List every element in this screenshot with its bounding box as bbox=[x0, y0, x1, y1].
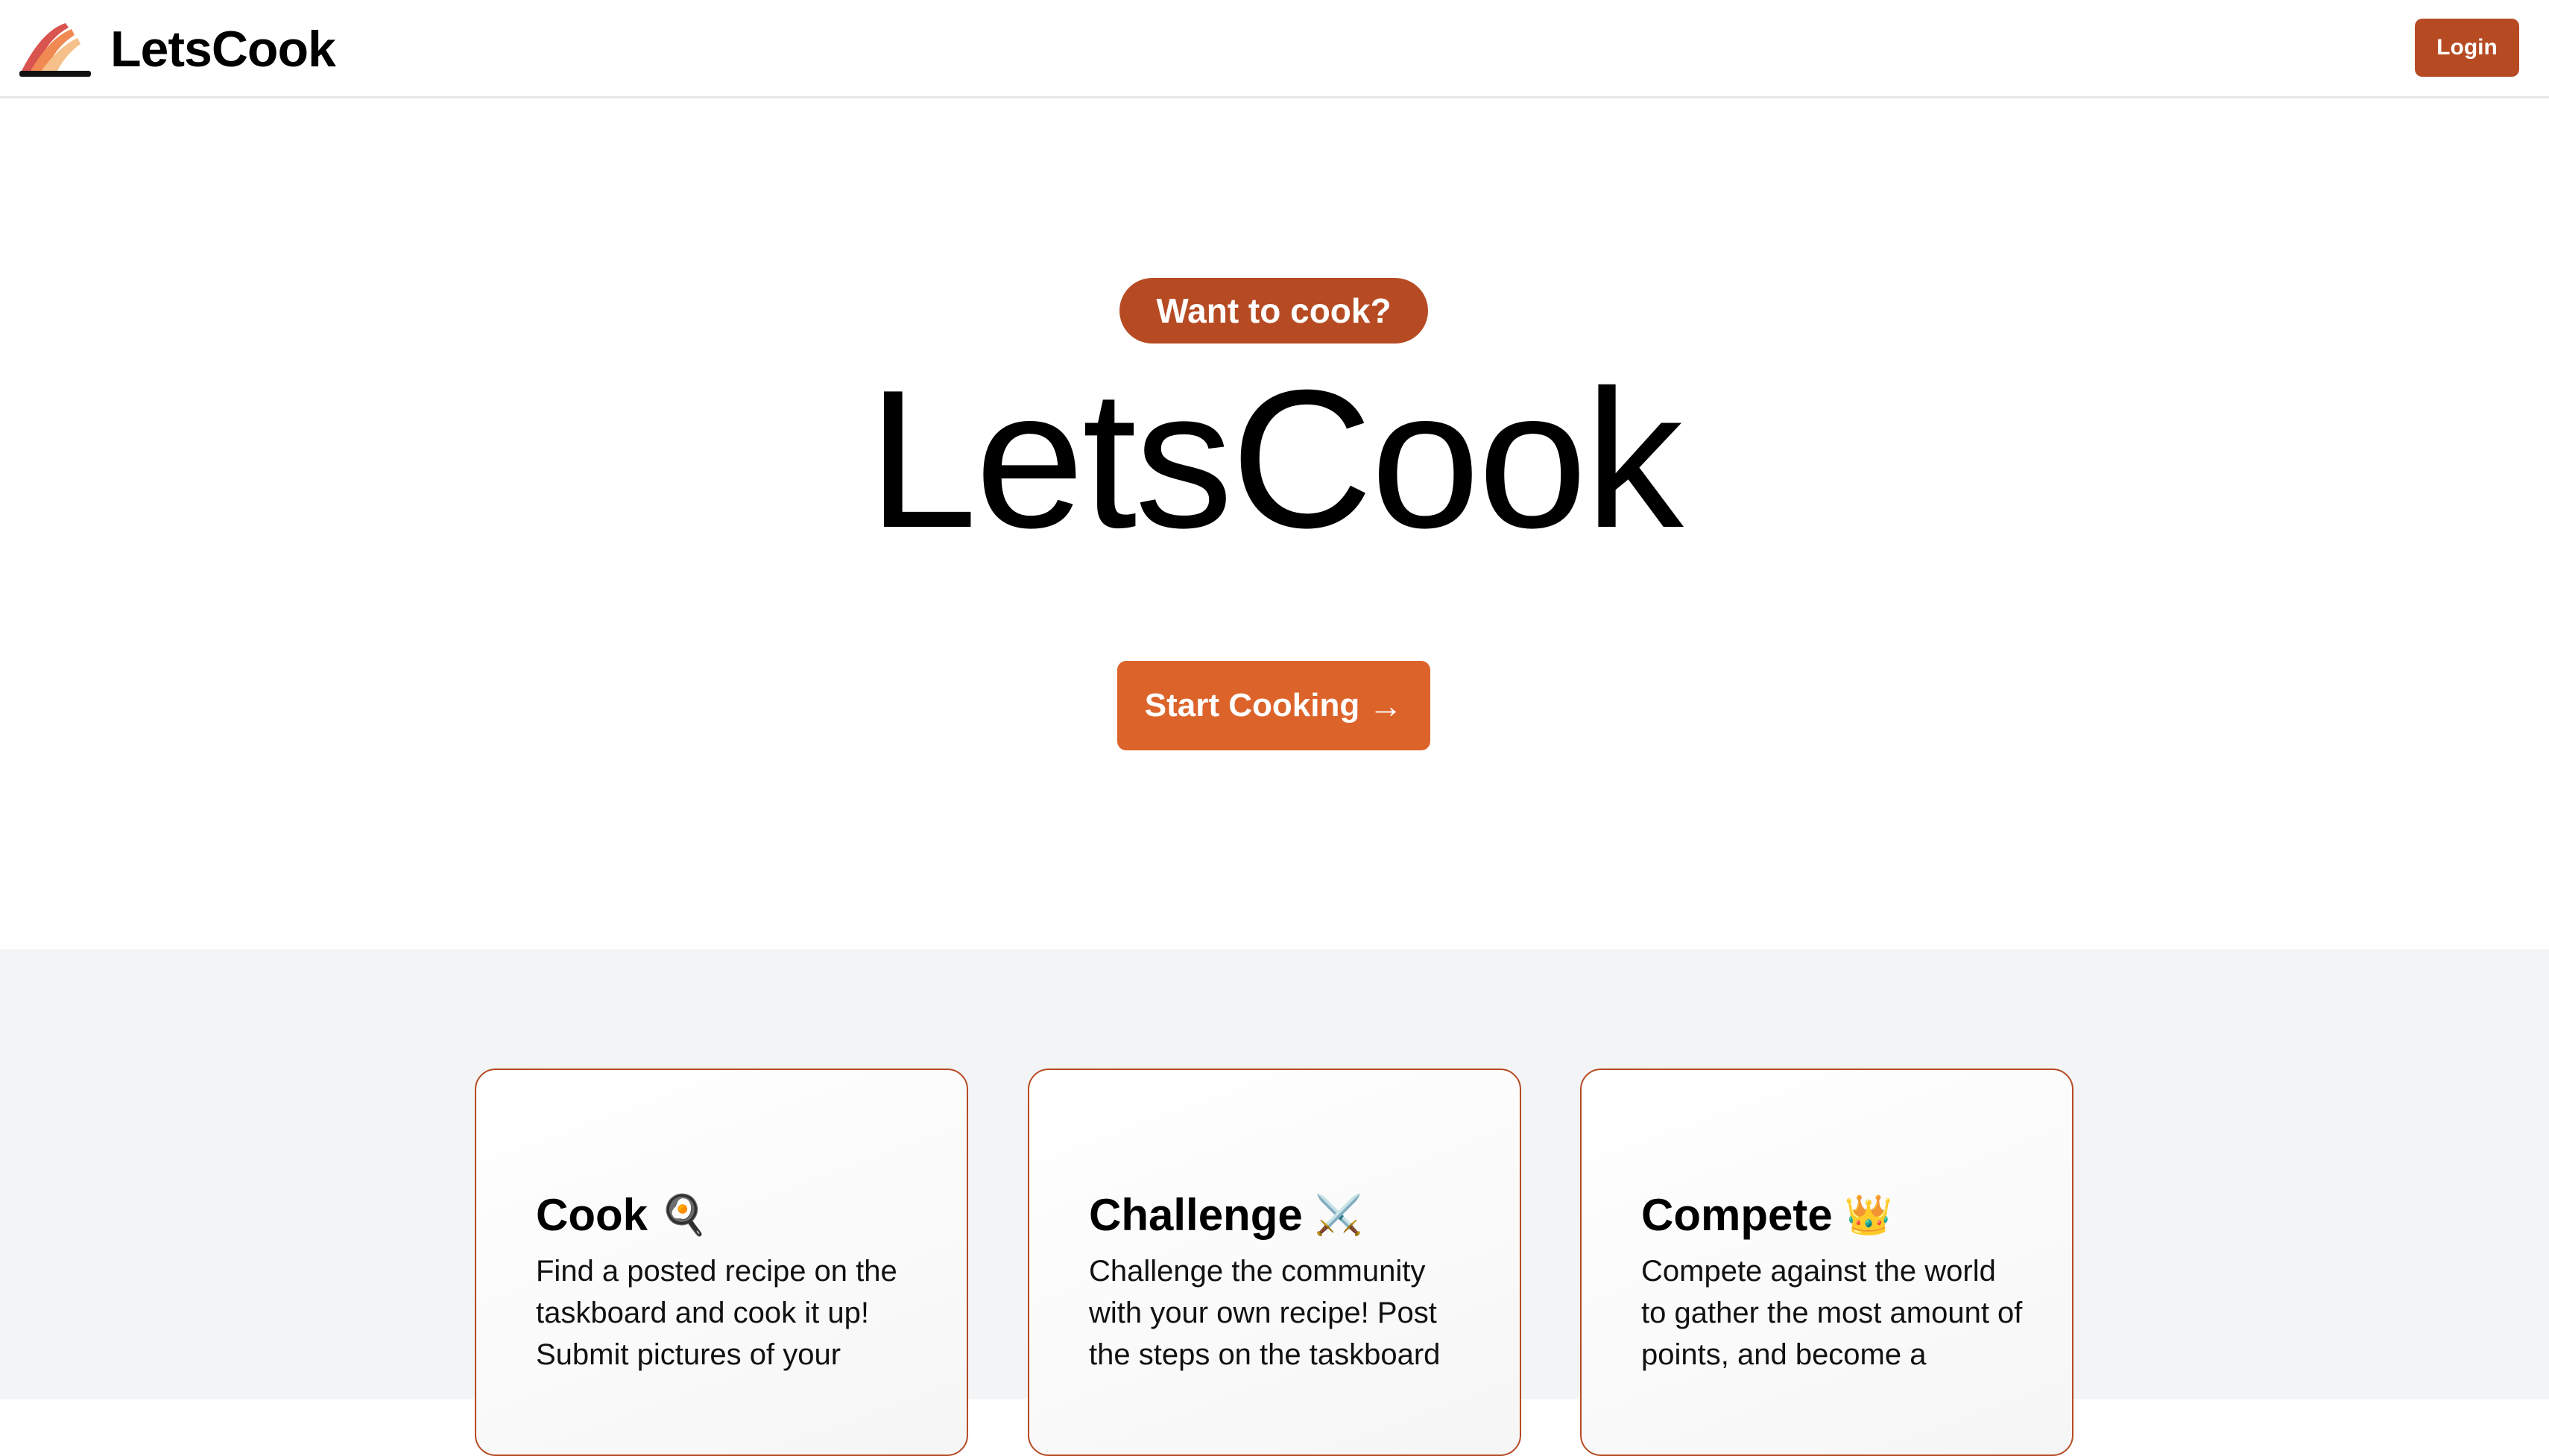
login-button[interactable]: Login bbox=[2415, 19, 2519, 77]
start-cooking-button[interactable]: Start Cooking → bbox=[1117, 661, 1430, 750]
feature-card-description: Challenge the community with your own re… bbox=[1089, 1255, 1441, 1371]
brand[interactable]: LetsCook bbox=[16, 19, 336, 79]
frying-pan-icon: 🍳 bbox=[660, 1194, 708, 1237]
brand-name: LetsCook bbox=[110, 21, 336, 77]
feature-card-cook: Cook 🍳 Find a posted recipe on the taskb… bbox=[475, 1069, 968, 1456]
top-navbar: LetsCook Login bbox=[0, 0, 2549, 98]
feature-card-description: Find a posted recipe on the taskboard an… bbox=[536, 1255, 897, 1371]
feature-card-title: Challenge ⚔️ bbox=[1089, 1193, 1362, 1238]
feature-card-description: Compete against the world to gather the … bbox=[1641, 1255, 2023, 1371]
hero-badge: Want to cook? bbox=[1119, 278, 1428, 344]
crown-icon: 👑 bbox=[1844, 1194, 1893, 1237]
feature-card-title: Compete 👑 bbox=[1641, 1193, 1892, 1238]
feature-card-title: Cook 🍳 bbox=[536, 1193, 708, 1238]
hero-title: LetsCook bbox=[868, 349, 1683, 569]
feature-title-text: Compete bbox=[1641, 1190, 1833, 1240]
crossed-swords-icon: ⚔️ bbox=[1314, 1194, 1363, 1237]
feature-card-challenge: Challenge ⚔️ Challenge the community wit… bbox=[1028, 1069, 1521, 1456]
start-cooking-label: Start Cooking bbox=[1144, 687, 1360, 724]
feature-title-text: Challenge bbox=[1089, 1190, 1303, 1240]
feature-card-compete: Compete 👑 Compete against the world to g… bbox=[1580, 1069, 2073, 1456]
flame-stripes-logo-icon bbox=[19, 23, 91, 77]
hero-section: Want to cook? LetsCook Start Cooking → bbox=[0, 98, 2549, 949]
features-section: Cook 🍳 Find a posted recipe on the taskb… bbox=[0, 949, 2549, 1456]
arrow-right-icon: → bbox=[1368, 686, 1403, 725]
feature-title-text: Cook bbox=[536, 1190, 648, 1240]
